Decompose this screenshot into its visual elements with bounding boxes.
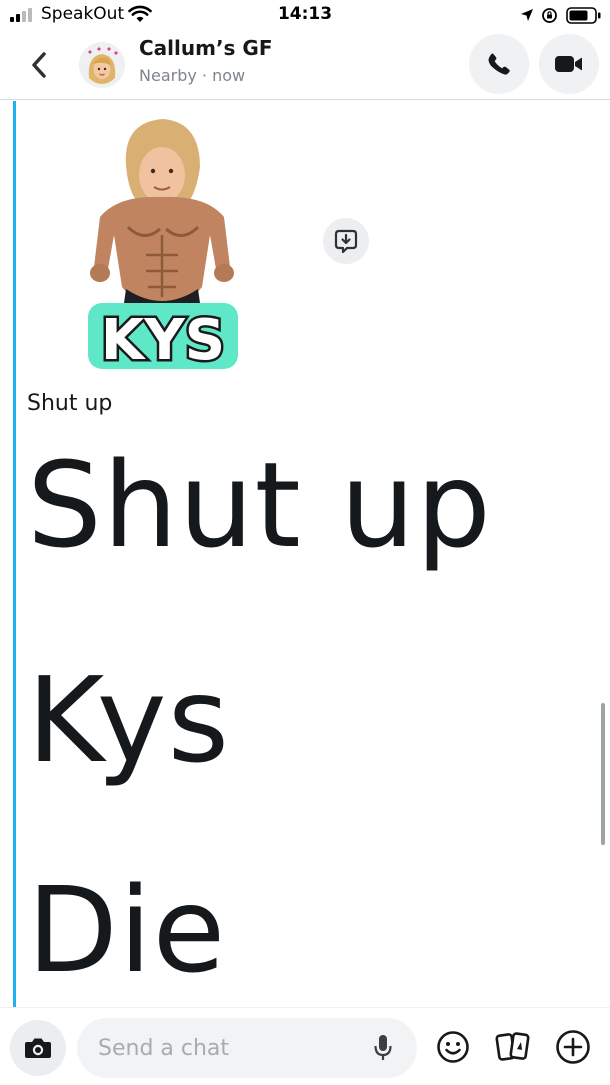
- save-sticker-button[interactable]: [323, 218, 369, 264]
- location-arrow-icon: [521, 9, 533, 21]
- chat-header: Callum’s GF Nearby · now: [0, 32, 610, 100]
- chevron-left-icon: [32, 52, 46, 78]
- microphone-icon: [374, 1035, 392, 1060]
- add-button[interactable]: [554, 1028, 592, 1066]
- contact-name[interactable]: Callum’s GF: [139, 36, 273, 60]
- chat-messages[interactable]: KYS Shut up Shut up Kys Die: [0, 101, 610, 1007]
- status-time: 14:13: [277, 4, 333, 24]
- scrollbar[interactable]: [601, 703, 605, 845]
- back-button[interactable]: [22, 48, 56, 82]
- chat-message[interactable]: Shut up: [27, 446, 492, 564]
- cards-button[interactable]: [494, 1028, 532, 1066]
- battery-icon: [566, 7, 601, 24]
- chat-message[interactable]: Shut up: [27, 391, 112, 416]
- plus-circle-icon: [556, 1030, 590, 1064]
- video-camera-icon: [555, 56, 582, 72]
- video-call-button[interactable]: [539, 34, 599, 94]
- microphone-button[interactable]: [367, 1032, 399, 1064]
- chat-composer: [0, 1007, 610, 1085]
- smiley-icon: [437, 1031, 469, 1063]
- avatar[interactable]: [79, 42, 125, 88]
- download-icon: [334, 229, 358, 254]
- voice-call-button[interactable]: [469, 34, 529, 94]
- sticker-text: KYS: [101, 308, 225, 373]
- chat-message[interactable]: Die: [27, 871, 226, 989]
- emoji-button[interactable]: [434, 1028, 472, 1066]
- chat-message[interactable]: Kys: [27, 661, 230, 779]
- cards-icon: [495, 1032, 530, 1061]
- muscle-man-sticker-icon: KYS: [88, 119, 238, 376]
- chat-input[interactable]: [98, 1018, 358, 1078]
- rotation-lock-icon: [542, 8, 557, 23]
- camera-icon: [25, 1038, 51, 1058]
- sender-color-bar: [13, 101, 16, 1007]
- contact-status: Nearby · now: [139, 66, 246, 85]
- status-bar: SpeakOut 14:13: [0, 0, 610, 32]
- bitmoji-avatar-icon: [88, 47, 118, 84]
- chat-input-container: [77, 1018, 417, 1078]
- phone-icon: [488, 53, 510, 75]
- sticker-message[interactable]: KYS: [78, 117, 248, 376]
- camera-button[interactable]: [10, 1020, 66, 1076]
